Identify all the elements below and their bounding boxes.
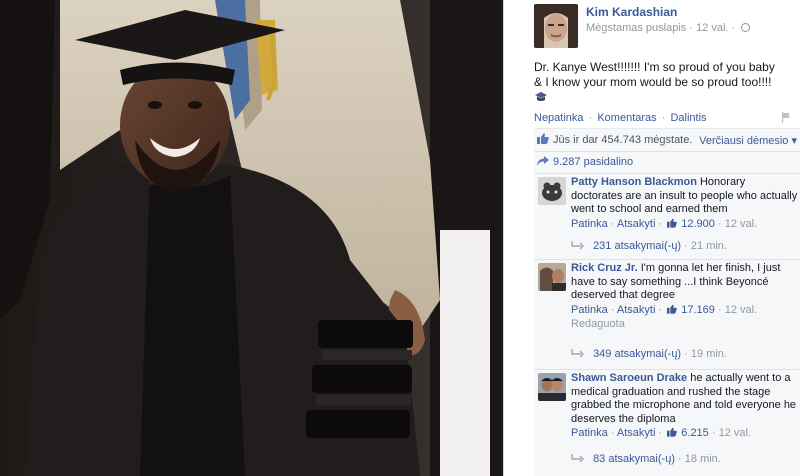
meta-separator: ·	[717, 303, 722, 316]
meta-separator: ·	[717, 217, 722, 230]
view-replies-link[interactable]: 83 atsakymai(-ų) · 18 min.	[571, 453, 721, 465]
meta-separator: ·	[678, 453, 682, 465]
flag-icon[interactable]	[781, 112, 791, 123]
post-message: Dr. Kanye West!!!!!!! I'm so proud of yo…	[534, 60, 775, 89]
meta-separator: ·	[689, 22, 694, 34]
post-subline: Mėgstamas puslapis · 12 val. ·	[586, 22, 751, 34]
action-separator: ·	[661, 112, 666, 124]
replies-count: 231 atsakymai(-ų)	[593, 240, 682, 252]
meta-separator: ·	[684, 348, 688, 360]
meta-separator: ·	[658, 303, 663, 316]
post-header: Kim Kardashian Mėgstamas puslapis · 12 v…	[534, 4, 794, 48]
commenter-name-link[interactable]: Rick Cruz Jr.	[571, 262, 638, 274]
shares-count-link[interactable]: 9.287 pasidalino	[553, 156, 633, 168]
comment-body: Shawn Saroeun Drake he actually went to …	[571, 372, 799, 440]
reply-arrow-icon	[571, 241, 584, 249]
view-replies-link[interactable]: 231 atsakymai(-ų) · 21 min.	[571, 240, 727, 252]
comment-meta: Patinka · Atsakyti · 12.900 · 12 val.	[571, 217, 799, 231]
comment-reply-button[interactable]: Atsakyti	[617, 304, 656, 316]
thumbs-up-icon	[667, 427, 677, 437]
commenter-avatar-image	[538, 177, 566, 205]
author-avatar[interactable]	[534, 4, 578, 48]
commenter-avatar[interactable]	[538, 263, 566, 291]
commenter-name-link[interactable]: Shawn Saroeun Drake	[571, 372, 687, 384]
comment-item: Shawn Saroeun Drake he actually went to …	[534, 369, 800, 476]
comment-like-button[interactable]: Patinka	[571, 218, 608, 230]
photo-graphic	[0, 0, 503, 476]
commenter-avatar[interactable]	[538, 177, 566, 205]
comment-timestamp[interactable]: 12 val.	[725, 304, 757, 316]
comment-timestamp[interactable]: 12 val.	[725, 218, 757, 230]
meta-separator: ·	[684, 240, 688, 252]
thumbs-up-icon	[537, 133, 549, 144]
commenter-avatar-image	[538, 373, 566, 401]
commenter-avatar[interactable]	[538, 373, 566, 401]
comment-meta: Patinka · Atsakyti · 17.169 · 12 val.	[571, 303, 799, 317]
post-timestamp[interactable]: 12 val.	[696, 22, 728, 34]
shares-summary-row: 9.287 pasidalino	[534, 151, 800, 174]
post-actions: Nepatinka · Komentaras · Dalintis	[534, 112, 707, 124]
comment-like-count[interactable]: 12.900	[681, 218, 715, 230]
replies-time: 21 min.	[690, 240, 727, 252]
comment-body: Rick Cruz Jr. I'm gonna let her finish, …	[571, 262, 799, 331]
unlike-button[interactable]: Nepatinka	[534, 112, 584, 124]
comment-body: Patty Hanson Blackmon Honorary doctorate…	[571, 176, 799, 231]
replies-time: 19 min.	[690, 348, 727, 360]
comment-button[interactable]: Komentaras	[597, 112, 656, 124]
feedback-box: Jūs ir dar 454.743 mėgstate. Verčiausi d…	[534, 128, 800, 476]
comment-like-count[interactable]: 6.215	[681, 427, 709, 439]
commenter-name-link[interactable]: Patty Hanson Blackmon	[571, 176, 697, 188]
meta-separator: ·	[731, 22, 736, 34]
thumbs-up-icon	[667, 304, 677, 314]
likes-count-text[interactable]: Jūs ir dar 454.743 mėgstate.	[553, 134, 692, 146]
page-type-label: Mėgstamas puslapis	[586, 22, 687, 34]
post-text: Dr. Kanye West!!!!!!! I'm so proud of yo…	[534, 60, 784, 105]
comment-item: Patty Hanson Blackmon Honorary doctorate…	[534, 173, 800, 260]
post-sidebar: Kim Kardashian Mėgstamas puslapis · 12 v…	[503, 0, 800, 476]
commenter-avatar-image	[538, 263, 566, 291]
comment-edited-label[interactable]: Redaguota	[571, 317, 799, 331]
comment-like-count[interactable]: 17.169	[681, 304, 715, 316]
comment-item: Rick Cruz Jr. I'm gonna let her finish, …	[534, 259, 800, 370]
meta-separator: ·	[711, 427, 716, 439]
comment-like-button[interactable]: Patinka	[571, 304, 608, 316]
meta-separator: ·	[658, 427, 663, 439]
share-button[interactable]: Dalintis	[670, 112, 706, 124]
comment-reply-button[interactable]: Atsakyti	[617, 218, 656, 230]
meta-separator: ·	[610, 217, 615, 230]
replies-count: 83 atsakymai(-ų)	[593, 453, 675, 465]
replies-count: 349 atsakymai(-ų)	[593, 348, 682, 360]
action-separator: ·	[588, 112, 593, 124]
share-icon	[537, 156, 549, 166]
author-name-link[interactable]: Kim Kardashian	[586, 5, 677, 19]
comment-sort-dropdown[interactable]: Verčiausi dėmesio ▾	[699, 134, 797, 147]
post-photo[interactable]	[0, 0, 503, 476]
meta-separator: ·	[658, 217, 663, 230]
reply-arrow-icon	[571, 349, 584, 357]
replies-time: 18 min.	[684, 453, 721, 465]
comment-like-button[interactable]: Patinka	[571, 427, 608, 439]
graduation-cap-emoji-icon	[535, 92, 547, 101]
comment-timestamp[interactable]: 12 val.	[719, 427, 751, 439]
view-replies-link[interactable]: 349 atsakymai(-ų) · 19 min.	[571, 348, 727, 360]
meta-separator: ·	[610, 427, 615, 439]
comment-meta: Patinka · Atsakyti · 6.215 · 12 val.	[571, 426, 799, 440]
thumbs-up-icon	[667, 218, 677, 228]
likes-summary-row: Jūs ir dar 454.743 mėgstate. Verčiausi d…	[534, 129, 800, 152]
author-avatar-image	[534, 4, 578, 48]
meta-separator: ·	[610, 303, 615, 316]
reply-arrow-icon	[571, 454, 584, 462]
comment-reply-button[interactable]: Atsakyti	[617, 427, 656, 439]
globe-icon	[741, 23, 751, 32]
